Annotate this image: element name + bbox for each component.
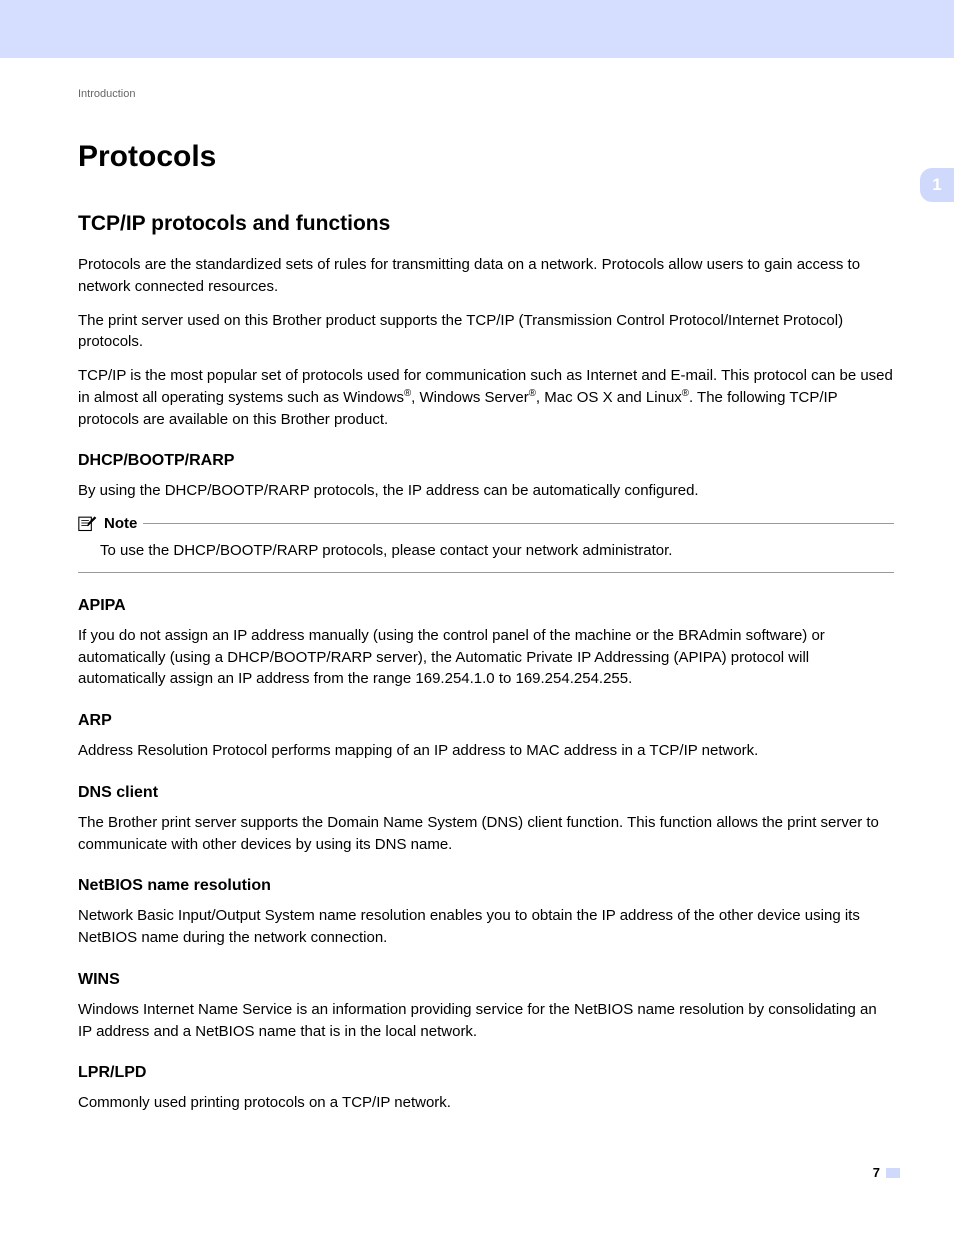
chapter-tab: 1 — [920, 168, 954, 202]
note-icon — [78, 514, 98, 532]
heading-dhcp: DHCP/BOOTP/RARP — [78, 452, 894, 470]
note-box: Note To use the DHCP/BOOTP/RARP protocol… — [78, 514, 894, 573]
body-netbios: Network Basic Input/Output System name r… — [78, 905, 894, 949]
heading-wins: WINS — [78, 971, 894, 989]
heading-tcpip: TCP/IP protocols and functions — [78, 212, 894, 236]
page-number-accent — [886, 1168, 900, 1178]
page-content: Introduction 1 Protocols TCP/IP protocol… — [0, 58, 954, 1114]
page-number-area: 7 — [873, 1165, 900, 1180]
note-rule — [143, 523, 894, 524]
intro-paragraph-3: TCP/IP is the most popular set of protoc… — [78, 365, 894, 430]
body-arp: Address Resolution Protocol performs map… — [78, 740, 894, 762]
heading-lpr: LPR/LPD — [78, 1064, 894, 1082]
body-dns: The Brother print server supports the Do… — [78, 812, 894, 856]
body-dhcp: By using the DHCP/BOOTP/RARP protocols, … — [78, 480, 894, 502]
breadcrumb: Introduction — [78, 88, 894, 100]
heading-netbios: NetBIOS name resolution — [78, 877, 894, 895]
note-body: To use the DHCP/BOOTP/RARP protocols, pl… — [78, 532, 894, 573]
note-header: Note — [78, 514, 894, 532]
text-span: , Windows Server — [411, 389, 529, 406]
registered-symbol: ® — [682, 388, 689, 399]
registered-symbol: ® — [529, 388, 536, 399]
text-span: , Mac OS X and Linux — [536, 389, 682, 406]
body-lpr: Commonly used printing protocols on a TC… — [78, 1092, 894, 1114]
heading-protocols: Protocols — [78, 140, 894, 174]
heading-arp: ARP — [78, 712, 894, 730]
body-wins: Windows Internet Name Service is an info… — [78, 999, 894, 1043]
header-bar — [0, 0, 954, 58]
intro-paragraph-2: The print server used on this Brother pr… — [78, 310, 894, 354]
intro-paragraph-1: Protocols are the standardized sets of r… — [78, 254, 894, 298]
page-number: 7 — [873, 1165, 880, 1180]
heading-apipa: APIPA — [78, 597, 894, 615]
note-label: Note — [104, 515, 137, 532]
body-apipa: If you do not assign an IP address manua… — [78, 625, 894, 690]
heading-dns: DNS client — [78, 784, 894, 802]
